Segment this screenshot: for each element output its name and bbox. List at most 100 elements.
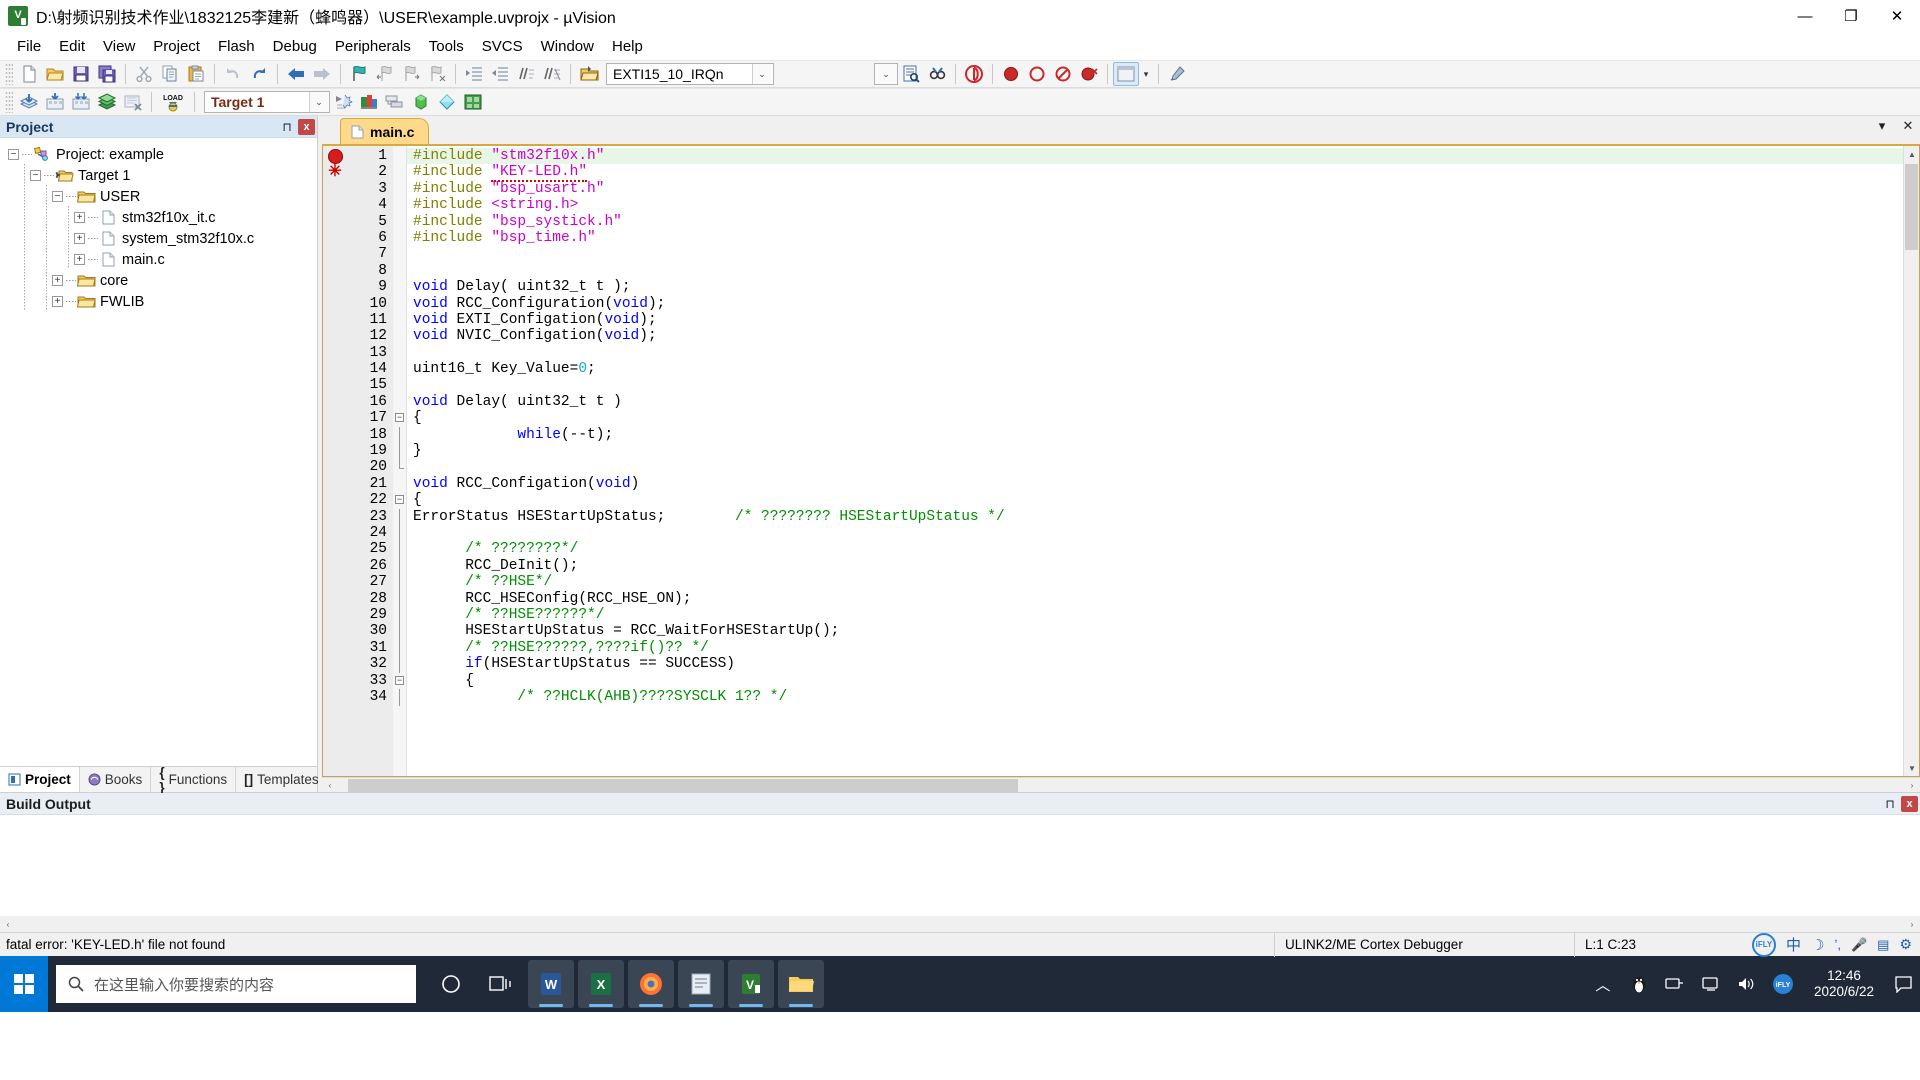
scroll-down-arrow-icon[interactable]: ▼ [1904, 760, 1919, 776]
code-line[interactable]: void RCC_Configuration(void); [407, 296, 1919, 312]
menu-edit[interactable]: Edit [50, 35, 94, 58]
close-button[interactable]: ✕ [1874, 0, 1920, 32]
code-text-area[interactable]: #include "stm32f10x.h" #include "KEY-LED.… [407, 146, 1919, 776]
panel-close-icon[interactable]: x [298, 118, 315, 135]
code-line[interactable] [407, 525, 1919, 541]
disable-breakpoint-button[interactable] [1024, 62, 1050, 86]
redo-button[interactable] [246, 62, 272, 86]
minimize-button[interactable]: — [1782, 0, 1828, 32]
code-line[interactable]: /* ????????*/ [407, 541, 1919, 557]
code-line[interactable]: { [407, 673, 1919, 689]
excel-button[interactable]: X [578, 960, 624, 1008]
uncomment-button[interactable] [539, 62, 565, 86]
kill-all-breakpoints-button[interactable] [1076, 62, 1102, 86]
tree-expander[interactable]: + [74, 233, 85, 244]
ifly-tray-icon[interactable]: iFLY [1772, 973, 1794, 995]
save-all-button[interactable] [94, 62, 120, 86]
manage-runtime-env-button[interactable] [356, 90, 382, 114]
network-tray-icon[interactable] [1664, 973, 1686, 995]
menu-project[interactable]: Project [144, 35, 209, 58]
code-line[interactable]: { [407, 492, 1919, 508]
fold-toggle-icon[interactable]: − [395, 675, 404, 685]
bookmark-next-button[interactable] [398, 62, 424, 86]
code-line[interactable]: /* ??HSE??????,????if()?? */ [407, 640, 1919, 656]
moon-icon[interactable]: ☽ [1811, 936, 1824, 954]
stop-build-button[interactable] [120, 90, 146, 114]
window-layout-button[interactable] [1113, 62, 1139, 86]
build-close-icon[interactable]: x [1901, 795, 1918, 812]
target-chevron-down-icon[interactable]: ⌄ [309, 92, 328, 112]
code-line[interactable] [407, 263, 1919, 279]
taskbar-clock[interactable]: 12:46 2020/6/22 [1808, 968, 1880, 1000]
ifly-icon[interactable]: iFLY [1751, 932, 1776, 957]
taskbar-search-box[interactable]: 在这里输入你要搜索的内容 [56, 965, 416, 1003]
paste-button[interactable] [183, 62, 209, 86]
tree-expander[interactable]: + [52, 296, 63, 307]
tree-expander[interactable]: − [30, 170, 41, 181]
code-line[interactable] [407, 246, 1919, 262]
bookmark-toggle-button[interactable] [346, 62, 372, 86]
navigate-forward-button[interactable] [309, 62, 335, 86]
word-button[interactable]: W [528, 960, 574, 1008]
code-line[interactable]: #include "stm32f10x.h" [407, 148, 1919, 165]
handwriting-icon[interactable]: ▤ [1877, 937, 1889, 953]
tree-node-target[interactable]: − Target 1 [8, 165, 317, 186]
tree-node-file-main[interactable]: + main.c [8, 249, 317, 270]
menu-file[interactable]: File [8, 35, 50, 58]
chevron-down-icon[interactable]: ⌄ [752, 64, 771, 84]
chevron-down-icon-2[interactable]: ⌄ [875, 64, 897, 84]
menu-debug[interactable]: Debug [264, 35, 326, 58]
horizontal-scroll-thumb[interactable] [348, 778, 1018, 792]
build-scroll-left-icon[interactable]: ‹ [0, 920, 16, 929]
tree-expander[interactable]: − [52, 191, 63, 202]
code-line[interactable] [407, 459, 1919, 475]
find-in-files-button[interactable] [898, 62, 924, 86]
outdent-button[interactable] [487, 62, 513, 86]
tree-expander[interactable]: + [52, 275, 63, 286]
build-button[interactable] [42, 90, 68, 114]
navigate-back-button[interactable] [283, 62, 309, 86]
scroll-right-arrow-icon[interactable]: › [1904, 781, 1920, 790]
debug-session-button[interactable] [961, 62, 987, 86]
tree-expander[interactable]: − [8, 149, 19, 160]
menu-window[interactable]: Window [532, 35, 603, 58]
code-line[interactable]: if(HSEStartUpStatus == SUCCESS) [407, 656, 1919, 672]
tree-node-user-group[interactable]: − USER [8, 186, 317, 207]
horizontal-scroll-track[interactable] [338, 778, 1904, 792]
batch-build-button[interactable] [94, 90, 120, 114]
qq-penguin-icon[interactable] [1628, 973, 1650, 995]
irq-combo[interactable]: EXTI15_10_IRQn ⌄ [606, 63, 774, 85]
menu-svcs[interactable]: SVCS [473, 35, 532, 58]
breakpoint-marker-icon[interactable] [328, 149, 343, 164]
build-output-scrollbar[interactable]: ‹ › [0, 916, 1920, 932]
target-options-button[interactable] [330, 90, 356, 114]
tab-templates[interactable]: [] Templates [236, 767, 328, 792]
display-tray-icon[interactable] [1700, 973, 1722, 995]
menu-tools[interactable]: Tools [420, 35, 473, 58]
code-line[interactable]: while(--t); [407, 427, 1919, 443]
file-explorer-button[interactable] [778, 960, 824, 1008]
code-line[interactable]: void Delay( uint32_t t ) [407, 394, 1919, 410]
microphone-icon[interactable]: 🎤 [1851, 937, 1867, 953]
tree-node-file-system-stm32f10x[interactable]: + system_stm32f10x.c [8, 228, 317, 249]
code-line[interactable]: /* ??HSE*/ [407, 574, 1919, 590]
utilities-button[interactable] [460, 90, 486, 114]
code-line[interactable]: void NVIC_Configation(void); [407, 328, 1919, 344]
rebuild-button[interactable] [68, 90, 94, 114]
insert-breakpoint-button[interactable] [998, 62, 1024, 86]
editor-vertical-scrollbar[interactable]: ▲ ▼ [1903, 146, 1919, 776]
code-line[interactable]: ErrorStatus HSEStartUpStatus; /* ???????… [407, 509, 1919, 525]
code-line[interactable]: /* ??HSE??????*/ [407, 607, 1919, 623]
window-layout-dropdown[interactable]: ▾ [1139, 62, 1153, 86]
svcs-button[interactable] [434, 90, 460, 114]
find-button[interactable] [924, 62, 950, 86]
configuration-wizard-button[interactable] [1164, 62, 1190, 86]
code-line[interactable]: HSEStartUpStatus = RCC_WaitForHSEStartUp… [407, 623, 1919, 639]
menu-help[interactable]: Help [603, 35, 652, 58]
uvision-button[interactable]: V [728, 960, 774, 1008]
code-line[interactable] [407, 377, 1919, 393]
build-scroll-right-icon[interactable]: › [1904, 920, 1920, 929]
build-pin-icon[interactable]: ⊓ [1881, 795, 1899, 813]
disable-all-breakpoints-button[interactable] [1050, 62, 1076, 86]
code-line[interactable]: void EXTI_Configation(void); [407, 312, 1919, 328]
